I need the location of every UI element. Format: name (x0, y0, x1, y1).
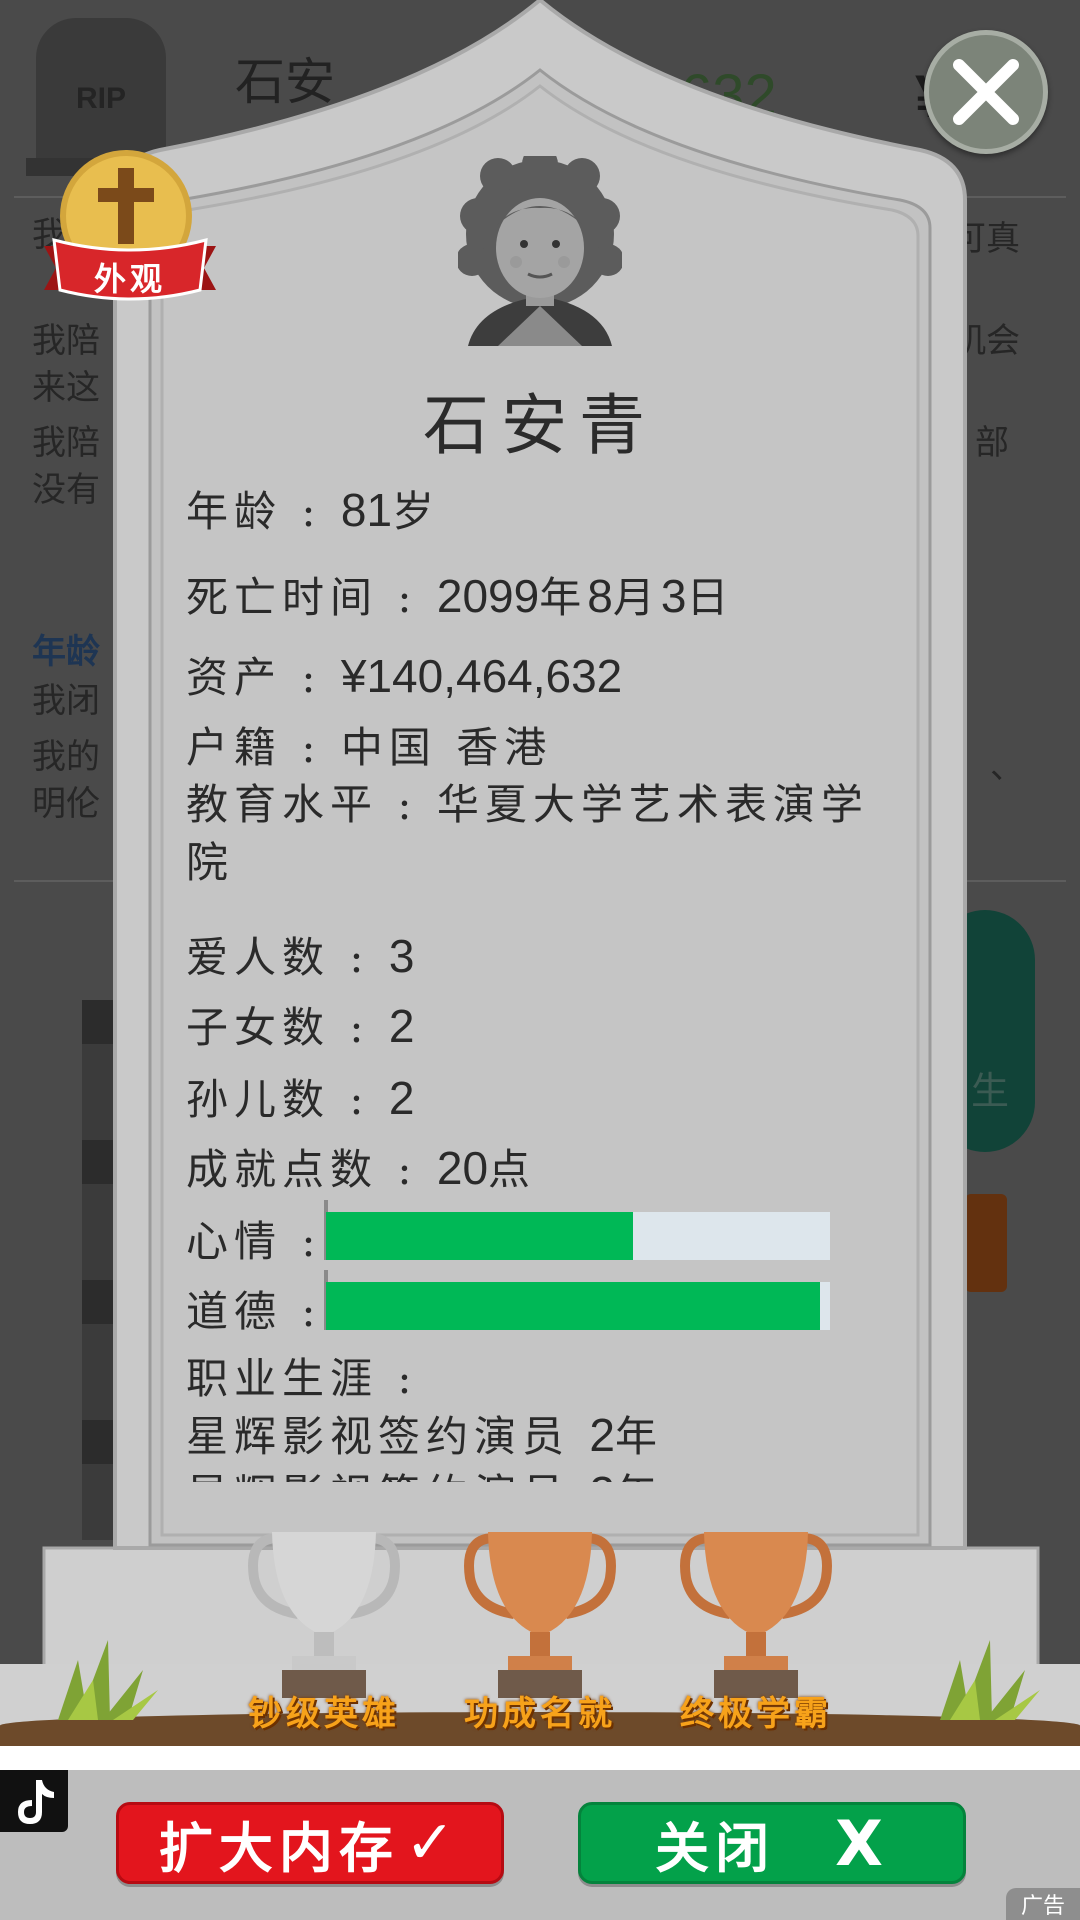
x-icon: X (835, 1806, 889, 1880)
trophy-bronze-icon (464, 1532, 616, 1698)
morality-row: 道德 (186, 1278, 322, 1339)
household-row: 户籍中国 香港 (186, 714, 552, 775)
career-item: 星辉影视签约演员 2年 (186, 1466, 906, 1482)
trophy-silver-icon (248, 1532, 400, 1698)
month-unit: 月 (612, 573, 661, 622)
close-ad-label: 关闭 (655, 1816, 776, 1880)
death-label: 死亡时间 (186, 573, 437, 622)
lovers-label: 爱人数 (186, 933, 389, 982)
death-year: 2099 (436, 570, 540, 622)
ad-tag-label: 广告 (1020, 1894, 1065, 1919)
death-day: 3 (660, 570, 687, 622)
mood-bar (326, 1212, 830, 1260)
achievement-unit: 点 (488, 1145, 537, 1194)
children-row: 子女数2 (186, 994, 414, 1055)
assets-label: 资产 (186, 653, 341, 702)
grandchildren-row: 孙儿数2 (186, 1066, 414, 1127)
morality-label: 道德 (186, 1287, 322, 1336)
checkmark-icon: ✓ (404, 1808, 462, 1878)
career-unit: 年 (614, 1412, 663, 1461)
age-value: 81 (340, 484, 393, 536)
close-ad-button[interactable]: 关闭 X (578, 1802, 966, 1884)
children-value: 2 (388, 1000, 415, 1052)
achievement-label: 成就点数 (186, 1145, 437, 1194)
morality-bar (326, 1282, 830, 1330)
mood-row: 心情 (186, 1208, 322, 1269)
career-list: 职业生涯 : 星辉影视签约演员 2年 星辉影视签约演员 2年 (186, 1350, 906, 1482)
day-unit: 日 (686, 573, 735, 622)
grandchildren-label: 孙儿数 (186, 1075, 389, 1124)
career-years: 2 (589, 1409, 615, 1461)
close-x-icon (953, 59, 1019, 125)
deceased-name: 石安青 (423, 387, 657, 464)
assets-value: ¥140,464,632 (340, 650, 623, 702)
death-month: 8 (587, 570, 613, 622)
ad-tag[interactable]: 广告 (1006, 1888, 1080, 1920)
close-button[interactable] (924, 30, 1048, 154)
assets-row: 资产¥140,464,632 (186, 644, 622, 705)
tiktok-logo (18, 1780, 54, 1824)
lovers-row: 爱人数3 (186, 924, 414, 985)
age-unit: 岁 (392, 487, 441, 536)
education-label: 教育水平 (186, 780, 437, 829)
avatar (458, 156, 622, 346)
appearance-badge-label: 外观 (93, 260, 166, 298)
household-label: 户籍 (186, 723, 341, 772)
grass-right-icon (940, 1640, 1040, 1720)
lovers-value: 3 (388, 930, 415, 982)
education-row: 教育水平华夏大学艺术表演学院 (186, 776, 906, 892)
grandchildren-value: 2 (388, 1072, 415, 1124)
year-unit: 年 (539, 573, 588, 622)
morality-bar-fill (326, 1282, 820, 1330)
achievement-row: 成就点数20点 (186, 1136, 536, 1197)
achievement-value: 20 (436, 1142, 489, 1194)
career-years: 2 (589, 1467, 615, 1482)
mood-bar-fill (326, 1212, 634, 1260)
mood-label: 心情 (186, 1217, 322, 1266)
age-row: 年龄81岁 (186, 478, 440, 539)
career-title: 星辉影视签约演员 (186, 1470, 570, 1482)
trophy-label: 功成名就 (464, 1694, 616, 1734)
expand-memory-button[interactable]: 扩大内存 ✓ (116, 1802, 504, 1884)
career-title: 星辉影视签约演员 (186, 1412, 571, 1461)
age-label: 年龄 (186, 487, 341, 536)
trophy-label: 钞级英雄 (248, 1694, 400, 1734)
tiktok-icon[interactable] (0, 1770, 68, 1832)
expand-memory-label: 扩大内存 (158, 1816, 399, 1880)
children-label: 子女数 (186, 1003, 389, 1052)
career-item: 星辉影视签约演员 2年 (186, 1408, 906, 1466)
death-row: 死亡时间2099年8月3日 (186, 564, 734, 625)
career-unit: 年 (615, 1470, 663, 1482)
trophy-label: 终极学霸 (680, 1694, 832, 1734)
trophy-bronze-icon (680, 1532, 832, 1698)
grass-left-icon (58, 1640, 158, 1720)
career-label: 职业生涯 : (186, 1354, 418, 1403)
divider-strip (0, 1746, 1080, 1770)
tombstone-dialog: 石安青 年龄81岁 死亡时间2099年8月3日 资产¥140,464,632 户… (0, 0, 1080, 1770)
household-value: 中国 香港 (340, 723, 553, 772)
